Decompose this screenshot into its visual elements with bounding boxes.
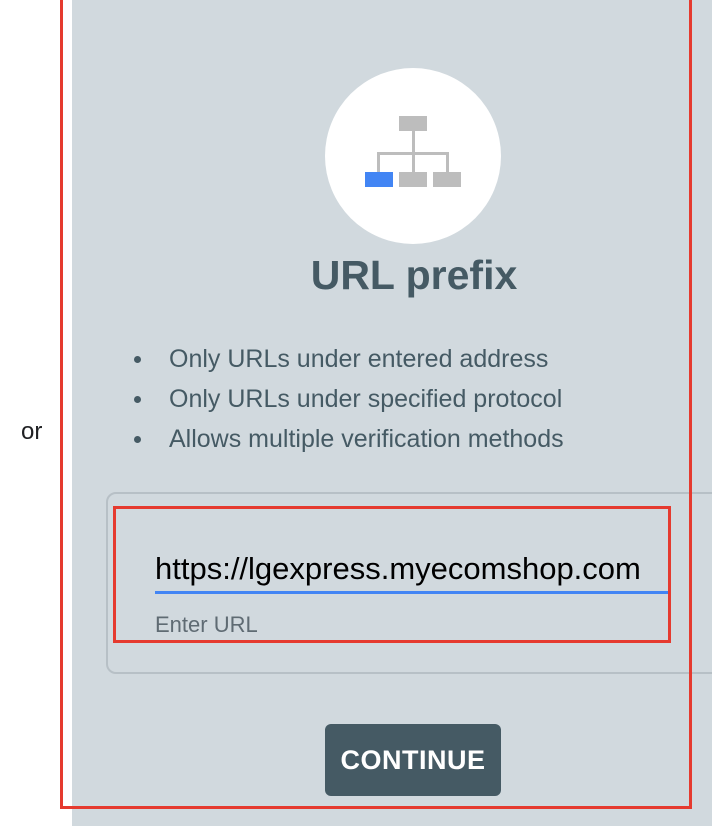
url-input-helper-text: Enter URL (155, 612, 258, 637)
feature-list: Only URLs under entered address Only URL… (130, 342, 564, 462)
feature-text: Only URLs under entered address (169, 345, 549, 373)
url-input[interactable] (155, 548, 669, 590)
feature-item: Allows multiple verification methods (130, 422, 564, 462)
continue-button[interactable]: CONTINUE (325, 724, 501, 796)
feature-item: Only URLs under entered address (130, 342, 564, 382)
feature-text: Only URLs under specified protocol (169, 385, 563, 413)
or-separator-label: or (21, 418, 43, 445)
bullet-icon (134, 436, 141, 443)
feature-text: Allows multiple verification methods (169, 425, 564, 453)
bullet-icon (134, 396, 141, 403)
card-title: URL prefix (310, 252, 518, 298)
bullet-icon (134, 356, 141, 363)
url-prefix-icon-circle (325, 68, 501, 244)
feature-item: Only URLs under specified protocol (130, 382, 564, 422)
sitemap-hierarchy-icon (365, 116, 461, 187)
url-input-underline (155, 591, 669, 594)
